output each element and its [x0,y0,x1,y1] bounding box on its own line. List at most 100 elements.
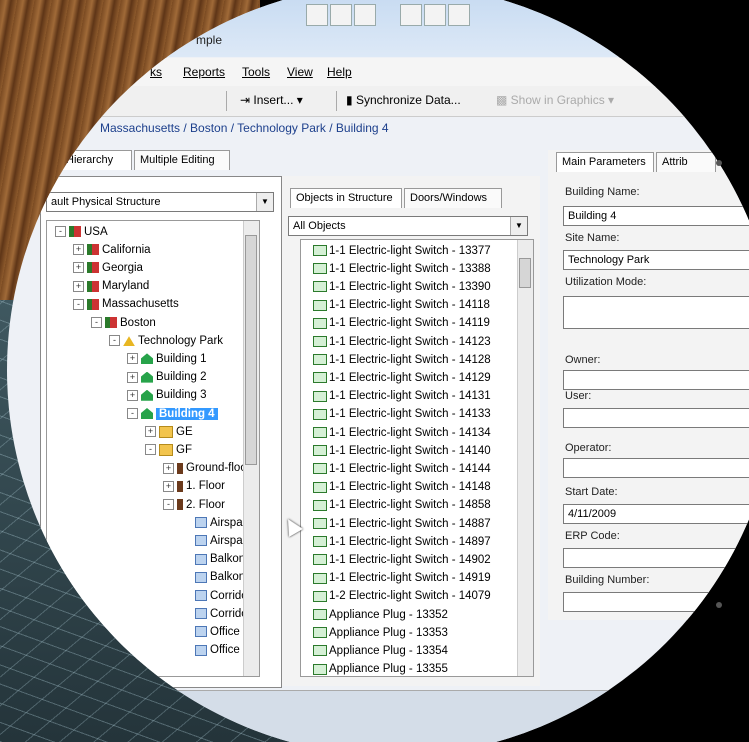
tree-node[interactable]: - USA [55,223,108,240]
expand-icon[interactable]: + [145,426,156,438]
dropdown-tool-icon[interactable] [424,4,446,26]
cross-tool-icon[interactable] [448,4,470,26]
expand-icon[interactable]: + [127,389,138,401]
list-item[interactable]: Appliance Plug - 13353 [313,624,448,641]
list-item[interactable]: 1-1 Electric-light Switch - 14118 [313,297,490,314]
edit-tool-icon[interactable] [354,4,376,26]
list-item[interactable]: 1-1 Electric-light Switch - 14902 [313,551,491,568]
object-icon [313,609,327,620]
expand-icon[interactable]: + [73,262,84,274]
pen-tool-icon[interactable] [330,4,352,26]
tree-node[interactable]: + Building 2 [127,369,207,386]
collapse-icon[interactable]: - [55,226,66,237]
list-item[interactable]: 1-2 Electric-light Switch - 14079 [313,588,491,605]
list-item-label: 1-1 Electric-light Switch - 14118 [329,299,490,312]
list-item[interactable]: 1-1 Electric-light Switch - 14897 [313,533,491,550]
tree-node[interactable]: + Maryland [73,278,149,295]
select-tool-icon[interactable] [306,4,328,26]
expand-icon[interactable]: + [73,280,84,292]
tree-node[interactable]: +1. Floor [163,478,225,495]
list-item[interactable]: 1-1 Electric-light Switch - 14131 [313,388,491,405]
room-icon [195,517,207,529]
collapse-icon[interactable]: - [109,335,120,347]
field-input[interactable] [563,296,749,329]
list-item-label: 1-1 Electric-light Switch - 13377 [329,244,491,257]
list-item[interactable]: 1-1 Electric-light Switch - 13388 [313,260,491,277]
flag-icon [87,244,99,256]
tab-multiple-editing[interactable]: Multiple Editing [134,150,230,170]
tree-node[interactable]: - 2. Floor [163,496,225,513]
tree-node[interactable]: + Building 1 [127,350,207,367]
structure-select[interactable]: ault Physical Structure ▼ [46,192,274,212]
list-item[interactable]: 1-1 Electric-light Switch - 14129 [313,369,491,386]
tree-node[interactable]: - Massachusetts [73,296,179,313]
field-input[interactable] [563,408,749,428]
list-item[interactable]: 1-1 Electric-light Switch - 14887 [313,515,491,532]
tree-node[interactable]: - Boston [91,314,156,331]
object-icon [313,263,327,275]
list-item-label: 1-1 Electric-light Switch - 13390 [329,280,491,293]
object-icon [313,645,327,657]
tree-node[interactable]: + Building 3 [127,387,207,404]
field-input[interactable] [563,370,749,390]
objects-filter-select[interactable]: All Objects ▼ [288,216,528,236]
field-input[interactable]: Building 4 [563,206,749,226]
measure-tool-icon[interactable] [400,4,422,26]
insert-button[interactable]: ⇥ Insert... ▾ [240,93,303,107]
tree-node[interactable]: + Georgia [73,259,143,276]
list-item[interactable]: Appliance Plug - 13355 [313,661,448,676]
tab-attributes[interactable]: Attrib [656,152,716,172]
list-item[interactable]: 1-1 Electric-light Switch - 14144 [313,460,491,477]
tree-node[interactable]: - Building 4 [127,405,218,422]
expand-icon[interactable]: + [127,371,138,383]
collapse-icon[interactable]: - [91,317,102,328]
collapse-icon[interactable]: - [127,408,138,419]
collapse-icon[interactable]: - [145,444,156,456]
menu-item-reports[interactable]: Reports [183,65,225,79]
tab-main-parameters[interactable]: Main Parameters [556,152,654,172]
field-input[interactable]: 4/11/2009 [563,504,749,524]
tree-node[interactable]: - Technology Park [109,332,223,349]
list-item[interactable]: 1-1 Electric-light Switch - 13390 [313,278,491,295]
scrollbar-thumb[interactable] [519,258,531,288]
expand-icon[interactable]: + [73,244,84,256]
collapse-icon[interactable]: - [73,298,84,310]
tab-doors-windows[interactable]: Doors/Windows [404,188,502,208]
menu-item-help[interactable]: Help [327,65,352,79]
field-input[interactable] [563,548,749,568]
field-input[interactable]: Technology Park [563,250,749,270]
tree-node[interactable]: + California [73,241,151,258]
expand-icon[interactable]: + [163,480,174,492]
list-item[interactable]: 1-1 Electric-light Switch - 14123 [313,333,491,350]
list-item[interactable]: 1-1 Electric-light Switch - 14919 [313,570,491,587]
tab-objects-in-structure[interactable]: Objects in Structure [290,188,402,208]
collapse-icon[interactable]: - [163,499,174,510]
list-item[interactable]: 1-1 Electric-light Switch - 14140 [313,442,491,459]
list-item[interactable]: 1-1 Electric-light Switch - 14858 [313,497,491,514]
expand-icon[interactable]: + [127,353,138,365]
show-in-graphics-button[interactable]: ▩ Show in Graphics ▾ [496,93,614,107]
scrollbar-thumb[interactable] [245,235,257,465]
list-item[interactable]: 1-1 Electric-light Switch - 14134 [313,424,491,441]
list-item[interactable]: Appliance Plug - 13354 [313,642,448,659]
list-item[interactable]: Appliance Plug - 13352 [313,606,448,623]
list-item[interactable]: 1-1 Electric-light Switch - 13377 [313,242,491,259]
building-icon [141,408,153,419]
tree-node[interactable]: + Ground-floor [163,460,251,477]
building-icon [141,353,153,365]
tree-node-label: Building 4 [156,407,218,420]
menu-item-view[interactable]: View [287,65,313,79]
tree-scrollbar[interactable] [243,221,259,676]
field-input[interactable] [563,458,749,478]
tree-node[interactable]: - GF [145,441,192,458]
tree-node[interactable]: + GE [145,423,193,440]
synchronize-data-button[interactable]: ▮ Synchronize Data... [346,93,461,107]
list-item[interactable]: 1-1 Electric-light Switch - 14128 [313,351,491,368]
object-icon [313,481,327,493]
list-item[interactable]: 1-1 Electric-light Switch - 14119 [313,315,490,332]
list-item[interactable]: 1-1 Electric-light Switch - 14148 [313,479,491,496]
expand-icon[interactable]: + [163,462,174,474]
objects-scrollbar[interactable] [517,240,533,676]
menu-item-tools[interactable]: Tools [242,65,270,79]
list-item[interactable]: 1-1 Electric-light Switch - 14133 [313,406,491,423]
